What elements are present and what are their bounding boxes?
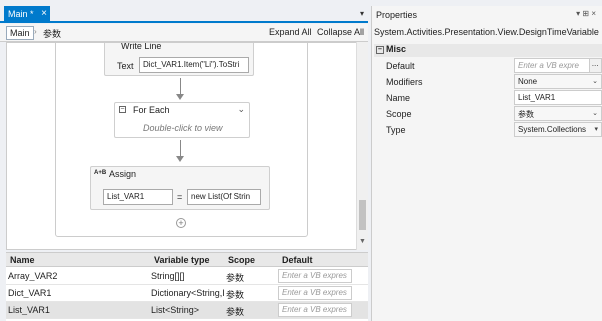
write-line-text-label: Text: [117, 61, 134, 71]
chevron-down-icon[interactable]: ⌄: [592, 109, 598, 117]
variable-type[interactable]: String[][]: [151, 271, 225, 281]
sequence-container: Write Line Text Dict_VAR1.Item("Li").ToS…: [55, 42, 308, 237]
variable-default-field[interactable]: Enter a VB expres: [278, 286, 352, 300]
properties-panel: Properties ▾ ⊞ × System.Activities.Prese…: [371, 6, 602, 321]
for-each-activity[interactable]: – For Each ⌄ Double-click to view: [114, 102, 250, 138]
chevron-down-icon[interactable]: ▾: [360, 9, 364, 18]
modifiers-value: None: [518, 77, 538, 86]
property-label: Name: [386, 93, 411, 103]
property-label: Default: [386, 61, 415, 71]
scope-select[interactable]: 参数 ⌄: [514, 106, 602, 121]
for-each-hint: Double-click to view: [143, 123, 223, 133]
for-each-title: For Each: [133, 105, 170, 115]
header-variable-type[interactable]: Variable type: [154, 255, 210, 265]
assign-equals: =: [177, 192, 183, 202]
write-line-text-field[interactable]: Dict_VAR1.Item("Li").ToStri: [139, 57, 249, 73]
variable-scope[interactable]: 参数: [226, 305, 276, 318]
default-value-field[interactable]: Enter a VB expre ...: [514, 58, 602, 73]
ellipsis-button[interactable]: ...: [589, 59, 601, 72]
property-scope: Scope 参数 ⌄: [374, 106, 602, 122]
property-modifiers: Modifiers None ⌄: [374, 74, 602, 90]
name-value: List_VAR1: [518, 93, 556, 102]
canvas-scrollbar[interactable]: ▼: [356, 42, 368, 250]
scroll-down-icon[interactable]: ▼: [359, 238, 366, 245]
name-field[interactable]: List_VAR1: [514, 90, 602, 105]
modifiers-select[interactable]: None ⌄: [514, 74, 602, 89]
arrow-down-icon: [176, 94, 184, 100]
header-default[interactable]: Default: [282, 255, 313, 265]
collapse-icon[interactable]: –: [376, 45, 384, 54]
variable-scope[interactable]: 参数: [226, 271, 276, 284]
property-name: Name List_VAR1: [374, 90, 602, 106]
scope-value: 参数: [518, 110, 534, 119]
variable-name[interactable]: List_VAR1: [8, 305, 148, 315]
property-default: Default Enter a VB expre ...: [374, 58, 602, 74]
variable-default-field[interactable]: Enter a VB expres: [278, 269, 352, 283]
workflow-designer-window: Main * × ▾ Main › 参数 Expand All Collapse…: [0, 0, 602, 321]
properties-title: Properties: [376, 10, 418, 20]
type-value: System.Collections: [518, 125, 587, 134]
table-row[interactable]: Array_VAR2 String[][] 参数 Enter a VB expr…: [6, 268, 368, 285]
property-label: Modifiers: [386, 77, 423, 87]
assign-icon: A+B: [94, 170, 107, 176]
tab-main-label: Main *: [8, 9, 34, 19]
document-tabstrip: Main * × ▾: [0, 6, 368, 23]
panel-options-icon[interactable]: ▾ ⊞ ×: [576, 9, 596, 18]
collapse-all-button[interactable]: Collapse All: [317, 27, 364, 37]
arrow-down-icon: [176, 156, 184, 162]
assign-title: Assign: [109, 169, 137, 179]
close-icon[interactable]: ×: [41, 8, 47, 19]
type-select[interactable]: System.Collections ▾: [514, 122, 602, 137]
property-label: Type: [386, 125, 406, 135]
variable-default-field[interactable]: Enter a VB expres: [278, 303, 352, 317]
breadcrumb-sub[interactable]: 参数: [43, 27, 61, 40]
tab-main[interactable]: Main * ×: [4, 6, 50, 23]
variable-scope[interactable]: 参数: [226, 288, 276, 301]
assign-value-field[interactable]: new List(Of Strin: [187, 189, 261, 205]
header-scope[interactable]: Scope: [228, 255, 255, 265]
table-row[interactable]: List_VAR1 List<String> 参数 Enter a VB exp…: [6, 302, 368, 319]
write-line-activity[interactable]: Write Line Text Dict_VAR1.Item("Li").ToS…: [104, 42, 254, 76]
double-chevron-down-icon[interactable]: ⌄: [237, 104, 245, 115]
assign-to-field[interactable]: List_VAR1: [103, 189, 173, 205]
expand-all-button[interactable]: Expand All: [269, 27, 312, 37]
breadcrumb-separator-icon: ›: [34, 27, 37, 36]
property-label: Scope: [386, 109, 412, 119]
collapse-box-icon[interactable]: –: [119, 106, 126, 113]
default-value-text: Enter a VB expre: [518, 61, 579, 70]
properties-type-name: System.Activities.Presentation.View.Desi…: [374, 27, 599, 37]
breadcrumb-main[interactable]: Main: [6, 26, 34, 40]
header-name[interactable]: Name: [10, 255, 35, 265]
add-activity-icon[interactable]: +: [176, 218, 186, 228]
scrollbar-thumb[interactable]: [359, 200, 366, 230]
misc-category[interactable]: – Misc: [374, 44, 602, 57]
variable-type[interactable]: List<String>: [151, 305, 225, 315]
property-type: Type System.Collections ▾: [374, 122, 602, 138]
chevron-down-icon[interactable]: ▾: [594, 125, 598, 133]
variable-name[interactable]: Dict_VAR1: [8, 288, 148, 298]
variable-type[interactable]: Dictionary<String,Int: [151, 288, 225, 298]
variable-name[interactable]: Array_VAR2: [8, 271, 148, 281]
variables-header-row: Name Variable type Scope Default: [6, 253, 368, 267]
table-row[interactable]: Dict_VAR1 Dictionary<String,Int 参数 Enter…: [6, 285, 368, 302]
write-line-title: Write Line: [121, 42, 162, 51]
designer-canvas[interactable]: Write Line Text Dict_VAR1.Item("Li").ToS…: [6, 42, 358, 250]
assign-activity[interactable]: A+B Assign List_VAR1 = new List(Of Strin: [90, 166, 270, 210]
variables-panel: Name Variable type Scope Default Array_V…: [6, 252, 368, 321]
misc-category-label: Misc: [386, 44, 407, 54]
breadcrumb: Main › 参数 Expand All Collapse All: [0, 24, 368, 42]
chevron-down-icon[interactable]: ⌄: [592, 77, 598, 85]
